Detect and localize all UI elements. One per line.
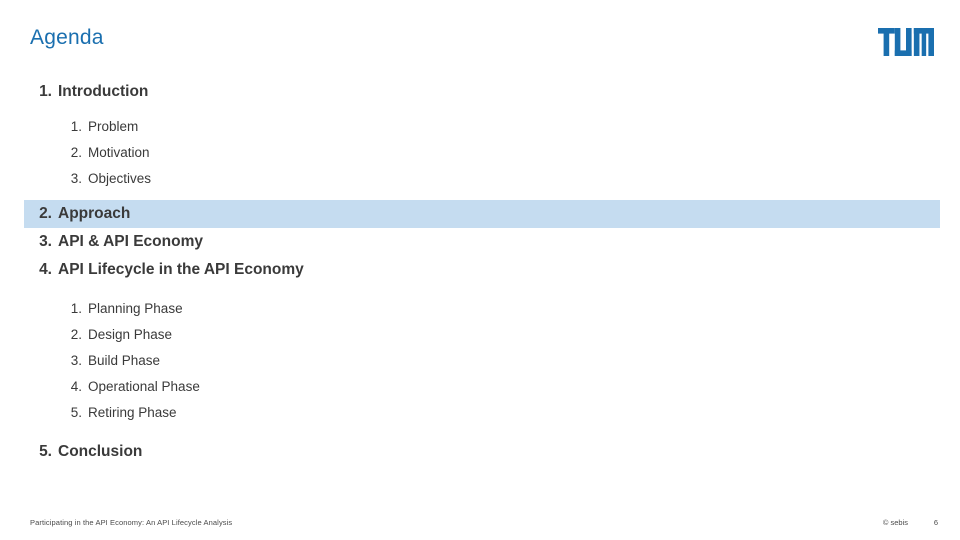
footer-page-number: 6 xyxy=(933,518,938,527)
agenda-item-api-economy[interactable]: 3. API & API Economy xyxy=(0,228,960,256)
agenda-subitem-number: 4. xyxy=(70,379,82,394)
agenda-item-api-lifecycle[interactable]: 4. API Lifecycle in the API Economy xyxy=(0,256,960,284)
footer-presentation-title: Participating in the API Economy: An API… xyxy=(30,518,233,527)
agenda-item-number: 3. xyxy=(39,233,52,250)
agenda-subitem-build-phase[interactable]: 3. Build Phase xyxy=(0,348,960,374)
page-title: Agenda xyxy=(30,26,104,49)
agenda-subitem-label: Retiring Phase xyxy=(88,405,177,420)
agenda-subitem-label: Problem xyxy=(88,119,139,134)
agenda-item-number: 2. xyxy=(39,205,52,222)
agenda-subitem-problem[interactable]: 1. Problem xyxy=(0,114,960,140)
agenda-subitem-label: Build Phase xyxy=(88,353,161,368)
agenda-subitem-label: Motivation xyxy=(88,145,150,160)
agenda-subitem-label: Design Phase xyxy=(88,327,173,342)
agenda-item-approach[interactable]: 2. Approach xyxy=(24,200,940,228)
agenda-item-label: API Lifecycle in the API Economy xyxy=(58,261,304,278)
agenda-subitem-number: 2. xyxy=(70,327,82,342)
tum-logo-icon xyxy=(878,28,934,56)
agenda-subitem-objectives[interactable]: 3. Objectives xyxy=(0,166,960,192)
agenda-item-label: Conclusion xyxy=(58,443,143,460)
agenda-subitem-number: 2. xyxy=(70,145,82,160)
agenda-item-number: 1. xyxy=(39,83,52,100)
agenda-subitem-number: 3. xyxy=(70,171,82,186)
agenda-item-introduction[interactable]: 1. Introduction xyxy=(0,78,960,106)
agenda-subitem-number: 3. xyxy=(70,353,82,368)
agenda-item-conclusion[interactable]: 5. Conclusion xyxy=(0,438,960,466)
agenda-subitem-label: Planning Phase xyxy=(88,301,183,316)
agenda-item-label: Approach xyxy=(58,205,131,222)
agenda-item-label: API & API Economy xyxy=(58,233,203,250)
agenda-subitem-number: 5. xyxy=(70,405,82,420)
agenda-subitem-operational-phase[interactable]: 4. Operational Phase xyxy=(0,374,960,400)
agenda-subitem-planning-phase[interactable]: 1. Planning Phase xyxy=(0,296,960,322)
agenda-item-number: 4. xyxy=(39,261,52,278)
agenda-list: 1. Introduction 1. Problem 2. Motivation… xyxy=(0,78,960,466)
agenda-subitem-number: 1. xyxy=(70,119,82,134)
agenda-subitem-retiring-phase[interactable]: 5. Retiring Phase xyxy=(0,400,960,426)
agenda-subitem-motivation[interactable]: 2. Motivation xyxy=(0,140,960,166)
footer-copyright: © sebis xyxy=(882,518,908,527)
agenda-subitem-number: 1. xyxy=(70,301,82,316)
slide-canvas: Agenda 1. Introduction 1. Problem 2. Mot… xyxy=(0,0,960,540)
agenda-subitem-design-phase[interactable]: 2. Design Phase xyxy=(0,322,960,348)
agenda-subitem-label: Objectives xyxy=(88,171,152,186)
agenda-item-label: Introduction xyxy=(58,83,149,100)
agenda-subitem-label: Operational Phase xyxy=(88,379,200,394)
agenda-item-number: 5. xyxy=(39,443,52,460)
